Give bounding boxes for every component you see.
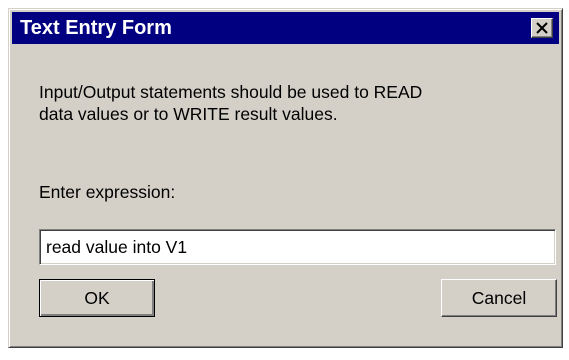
info-message: Input/Output statements should be used t…: [39, 81, 539, 125]
close-icon: [536, 22, 548, 34]
ok-button[interactable]: OK: [39, 279, 155, 317]
cancel-button[interactable]: Cancel: [441, 279, 557, 317]
text-entry-dialog: Text Entry Form Input/Output statements …: [8, 8, 563, 348]
close-button[interactable]: [531, 18, 553, 38]
info-message-line-2: data values or to WRITE result values.: [39, 104, 338, 124]
dialog-title: Text Entry Form: [20, 17, 172, 39]
info-message-line-1: Input/Output statements should be used t…: [39, 82, 423, 102]
expression-label: Enter expression:: [39, 182, 176, 202]
expression-input[interactable]: [39, 229, 556, 265]
title-bar[interactable]: Text Entry Form: [12, 12, 559, 44]
